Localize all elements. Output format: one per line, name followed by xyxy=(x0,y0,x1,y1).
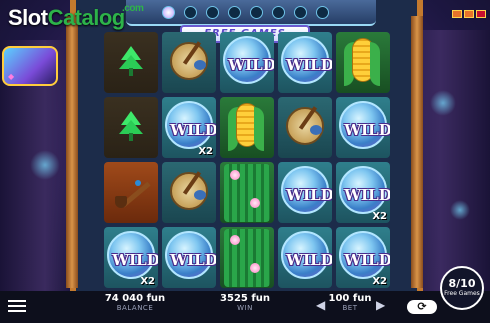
wild-label: WILD xyxy=(286,56,332,74)
multiplier-badge: X2 xyxy=(372,211,387,222)
reel-grid: WILD WILD WILD X2 WILD WILD WILD X2 WILD X2 WILD WI… xyxy=(104,32,390,290)
reel-cell-tree xyxy=(104,97,158,158)
reel-cell-tree xyxy=(104,32,158,93)
flag-icon[interactable] xyxy=(464,10,474,18)
drum-icon xyxy=(286,106,324,145)
multiplier-badge: X2 xyxy=(372,276,387,287)
wild-orb-icon: WILD xyxy=(281,36,332,84)
pine-tree-icon xyxy=(119,111,143,143)
leaf-icon xyxy=(254,107,264,151)
autospin-icon[interactable]: ⟳ xyxy=(407,300,437,314)
wild-label: WILD xyxy=(228,56,274,74)
reel-cell-drum xyxy=(162,32,216,93)
reel-cell-drum xyxy=(278,97,332,158)
reel-cell-wild: WILD xyxy=(162,227,216,288)
progress-dot xyxy=(272,6,285,19)
reel-cell-wild: WILD X2 xyxy=(104,227,158,288)
wild-label: WILD xyxy=(286,251,332,269)
watermark-com: .com xyxy=(122,3,144,14)
reel-cell-drum xyxy=(162,162,216,223)
wild-orb-icon: WILD xyxy=(281,166,332,214)
reel-cell-wild: WILD X2 xyxy=(336,162,390,223)
progress-dot xyxy=(250,6,263,19)
balance-label: BALANCE xyxy=(116,304,154,312)
slotcatalog-watermark: SlotCatalog .com xyxy=(8,3,144,31)
reel-cell-cactus xyxy=(220,162,274,223)
reel-cell-pipe xyxy=(104,162,158,223)
progress-dot xyxy=(294,6,307,19)
flower-icon xyxy=(230,170,240,180)
reel-cell-wild: WILD xyxy=(336,97,390,158)
progress-dot xyxy=(228,6,241,19)
peace-pipe-icon xyxy=(113,172,153,212)
leaf-icon xyxy=(370,42,380,86)
multiplier-badge: X2 xyxy=(198,146,213,157)
wild-orb-icon: WILD xyxy=(281,231,332,279)
wild-orb-icon: WILD xyxy=(107,231,158,279)
bet-display: 100 fun BET xyxy=(320,293,380,312)
reel-cell-corn xyxy=(220,97,274,158)
balance-value: 74 040 fun xyxy=(104,293,166,304)
wild-orb-icon: WILD xyxy=(165,101,216,149)
progress-dot xyxy=(206,6,219,19)
free-games-count: 8/10 xyxy=(448,277,476,290)
bet-label: BET xyxy=(342,304,358,312)
wild-label: WILD xyxy=(112,251,158,269)
wild-label: WILD xyxy=(344,251,390,269)
win-label: WIN xyxy=(237,304,253,312)
reel-cell-wild: WILD X2 xyxy=(162,97,216,158)
totem-pole-right xyxy=(411,16,423,288)
progress-dot xyxy=(162,6,175,19)
pine-tree-icon xyxy=(119,46,143,78)
reel-cell-corn xyxy=(336,32,390,93)
watermark-slot: Slot xyxy=(8,5,48,30)
wild-label: WILD xyxy=(286,186,332,204)
bet-value: 100 fun xyxy=(328,293,372,304)
wild-label: WILD xyxy=(344,186,390,204)
drum-icon xyxy=(170,171,208,210)
progress-dot xyxy=(184,6,197,19)
game-logo: ◆ xyxy=(2,46,58,86)
reel-cell-wild: WILD xyxy=(278,32,332,93)
reel-cell-wild: WILD xyxy=(278,162,332,223)
wild-label: WILD xyxy=(344,121,390,139)
reel-cell-wild: WILD xyxy=(220,32,274,93)
wild-orb-icon: WILD xyxy=(339,231,390,279)
wild-orb-icon: WILD xyxy=(223,36,274,84)
progress-dot xyxy=(316,6,329,19)
free-games-counter: 8/10 Free Games xyxy=(440,266,484,310)
wild-orb-icon: WILD xyxy=(339,101,390,149)
flower-icon xyxy=(250,198,260,208)
flower-icon xyxy=(250,263,260,273)
wild-label: WILD xyxy=(170,251,216,269)
game-scene: FREE GAMES WILDWILDWILDX2WILDWILDWILDX2W… xyxy=(0,0,490,323)
balance-display: 74 040 fun BALANCE xyxy=(100,293,170,312)
progress-bar xyxy=(126,0,376,26)
win-display: 3525 fun WIN xyxy=(212,293,278,312)
menu-icon[interactable] xyxy=(8,300,26,312)
win-value: 3525 fun xyxy=(220,293,270,304)
watermark-catalog: Catalog xyxy=(47,5,126,30)
bottom-bar: 74 040 fun BALANCE 3525 fun WIN ◀ 100 fu… xyxy=(0,291,490,323)
flag-icon[interactable] xyxy=(476,10,486,18)
language-flags[interactable] xyxy=(452,10,486,18)
arrow-right-icon[interactable]: ▶ xyxy=(376,298,385,312)
firefly-glow xyxy=(450,200,470,220)
wild-label: WILD xyxy=(170,121,216,139)
firefly-glow xyxy=(30,150,60,180)
firefly-glow xyxy=(430,90,456,116)
free-games-label: Free Games xyxy=(444,290,480,297)
reel-cell-cactus xyxy=(220,227,274,288)
wild-orb-icon: WILD xyxy=(339,166,390,214)
flower-icon xyxy=(230,235,240,245)
reel-cell-wild: WILD xyxy=(278,227,332,288)
multiplier-badge: X2 xyxy=(140,276,155,287)
flag-icon[interactable] xyxy=(452,10,462,18)
reel-cell-wild: WILD X2 xyxy=(336,227,390,288)
totem-pole-left xyxy=(66,16,78,288)
drum-icon xyxy=(170,41,208,80)
wild-orb-icon: WILD xyxy=(165,231,216,279)
